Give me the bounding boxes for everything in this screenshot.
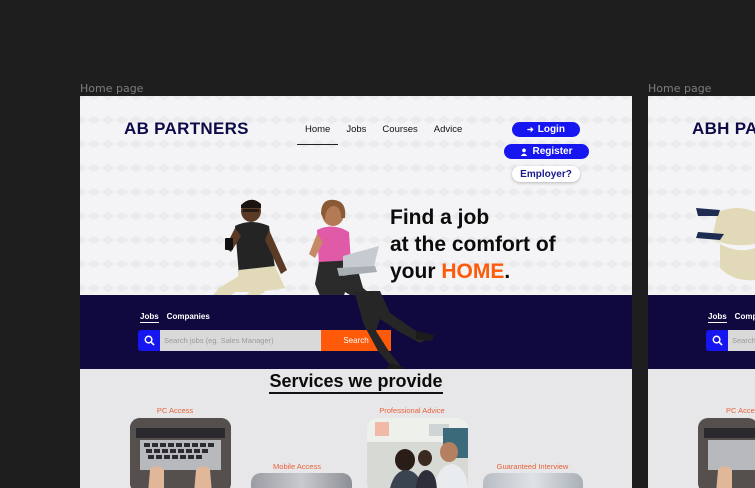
search-icon bbox=[144, 335, 155, 346]
nav-advice[interactable]: Advice bbox=[426, 124, 471, 145]
search-bar-copy bbox=[706, 330, 755, 351]
register-label: Register bbox=[532, 146, 573, 157]
service-label-pc-access: PC Access bbox=[156, 406, 194, 415]
office-image bbox=[367, 418, 468, 488]
services-section-copy: PC Acce bbox=[648, 369, 755, 488]
tab-jobs-copy[interactable]: Jobs bbox=[708, 312, 727, 323]
service-label-guaranteed-interview: Guaranteed Interview bbox=[496, 462, 569, 471]
employer-label: Employer? bbox=[520, 168, 572, 180]
services-section: Services we provide PC Access Mobile Acc… bbox=[80, 369, 632, 488]
nav-jobs[interactable]: Jobs bbox=[338, 124, 374, 145]
brand-logo[interactable]: AB PARTNERS bbox=[124, 119, 249, 139]
search-icon-button[interactable] bbox=[138, 330, 160, 351]
brand-logo-copy[interactable]: ABH PA bbox=[692, 119, 755, 139]
login-arrow-icon: ➜ bbox=[527, 125, 534, 134]
service-image-guaranteed-interview[interactable] bbox=[483, 473, 583, 488]
hero-line-2: at the comfort of bbox=[390, 233, 556, 256]
services-title-text: Services we provide bbox=[269, 371, 443, 394]
man-figure bbox=[201, 199, 287, 308]
nav-home[interactable]: Home bbox=[297, 124, 339, 145]
nav-courses[interactable]: Courses bbox=[374, 124, 425, 145]
service-image-pc-access-copy[interactable] bbox=[698, 418, 755, 488]
tab-companies[interactable]: Companies bbox=[167, 312, 210, 323]
hero-illustration-overlap bbox=[354, 291, 434, 371]
search-icon-button-copy[interactable] bbox=[706, 330, 728, 351]
frame-label-home-copy[interactable]: Home page bbox=[648, 82, 711, 95]
service-label-mobile-access: Mobile Access bbox=[273, 462, 321, 471]
search-input-copy[interactable] bbox=[728, 330, 755, 351]
tab-jobs[interactable]: Jobs bbox=[140, 312, 159, 323]
frame-label-home[interactable]: Home page bbox=[80, 82, 143, 95]
search-tabs-copy: Jobs Comp bbox=[708, 312, 755, 323]
laptop-image-copy bbox=[704, 428, 755, 488]
hero-line-1: Find a job bbox=[390, 206, 490, 229]
main-nav: Home Jobs Courses Advice bbox=[297, 124, 470, 145]
employer-button[interactable]: Employer? bbox=[512, 166, 580, 182]
hero-illustration-copy bbox=[696, 208, 755, 281]
tab-companies-copy[interactable]: Comp bbox=[735, 312, 755, 323]
search-tabs: Jobs Companies bbox=[140, 312, 210, 323]
hero-line-3-prefix: your bbox=[390, 260, 442, 283]
home-page-frame[interactable]: AB PARTNERS Home Jobs Courses Advice ➜ L… bbox=[80, 96, 632, 488]
search-input[interactable] bbox=[160, 330, 321, 351]
login-button[interactable]: ➜ Login bbox=[512, 122, 580, 137]
service-label-professional-advice: Professional Advice bbox=[379, 406, 445, 415]
search-section-copy: Jobs Comp bbox=[648, 295, 755, 369]
laptop-image bbox=[130, 418, 231, 488]
user-icon bbox=[521, 148, 528, 156]
register-button[interactable]: Register bbox=[504, 144, 589, 159]
login-label: Login bbox=[537, 124, 565, 135]
service-image-mobile-access[interactable] bbox=[251, 473, 352, 488]
home-page-frame-copy[interactable]: ABH PA Jobs Comp PC Acce bbox=[648, 96, 755, 488]
search-icon bbox=[712, 335, 723, 346]
hero-headline: Find a job at the comfort of your HOME. bbox=[390, 204, 556, 285]
service-image-pc-access[interactable] bbox=[130, 418, 231, 488]
service-image-professional-advice[interactable] bbox=[367, 418, 468, 488]
hero-highlight: HOME bbox=[441, 260, 505, 283]
hero-line-3-suffix: . bbox=[504, 260, 511, 283]
services-title: Services we provide bbox=[80, 371, 632, 394]
service-label-pc-access-copy: PC Acce bbox=[726, 406, 755, 415]
hero-line-3: your HOME. bbox=[390, 258, 556, 285]
